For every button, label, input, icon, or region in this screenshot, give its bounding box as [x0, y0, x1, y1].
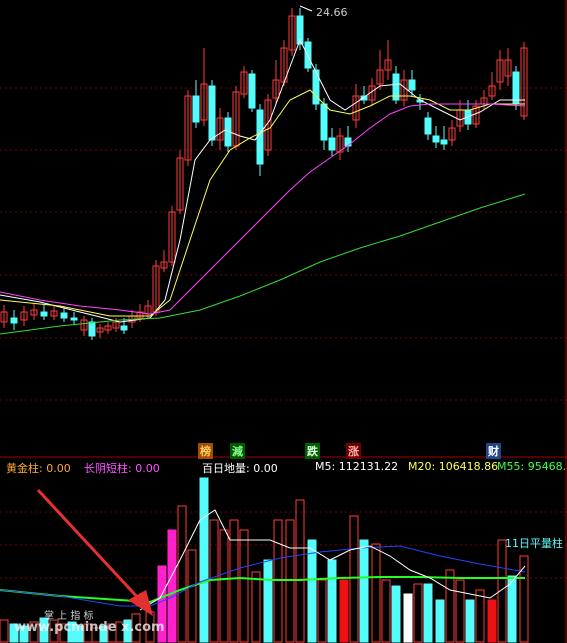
candle-body — [120, 325, 128, 331]
indicator-m5: M5: 112131.22 — [315, 460, 399, 473]
tag-bang[interactable]: 榜 — [198, 443, 213, 459]
volume-bar — [359, 539, 369, 643]
indicator-gold: 黄金柱: 0.00 — [6, 462, 71, 475]
volume-bar — [199, 477, 209, 643]
indicator-yin: 长阴短柱: 0.00 — [84, 462, 160, 475]
volume-bar — [413, 583, 423, 643]
volume-bar — [229, 519, 239, 643]
candle-body — [248, 73, 256, 109]
ma-line — [0, 38, 525, 323]
candle-body — [88, 321, 96, 337]
indicator-m20: M20: 106418.86 — [408, 460, 499, 473]
stock-chart[interactable]: 24.66 — [0, 0, 567, 643]
volume-bar — [403, 593, 413, 643]
tag-zhang[interactable]: 涨 — [346, 443, 361, 459]
candle-body — [40, 311, 48, 317]
candle-body — [10, 317, 18, 324]
candle-body — [70, 317, 78, 321]
indicator-m55: M55: 95468.8 — [497, 460, 567, 473]
candle-body — [440, 139, 448, 145]
volume-bar — [371, 543, 381, 643]
volume-bar — [435, 599, 445, 643]
volume-bar — [455, 579, 465, 643]
candle-body — [320, 103, 328, 141]
candle-body — [328, 137, 336, 151]
candle-body — [208, 85, 216, 141]
volume-bar — [317, 579, 327, 643]
volume-bar — [445, 569, 455, 643]
moving-average-lines — [0, 38, 526, 335]
volume-bar — [209, 519, 219, 643]
watermark: www.pcminde x.com — [14, 620, 165, 635]
volume-bar — [177, 505, 187, 643]
tag-cai[interactable]: 财 — [486, 443, 501, 459]
avg-volume-label: 11日平量柱 — [505, 537, 563, 550]
volume-bar — [507, 575, 517, 643]
indicator-bairi: 百日地量: 0.00 — [202, 462, 278, 475]
tag-die[interactable]: 跌 — [305, 443, 320, 459]
volume-bar — [381, 579, 391, 643]
candle-body — [192, 95, 200, 123]
volume-bar — [519, 555, 529, 643]
candle-body — [512, 71, 520, 105]
volume-bar — [167, 529, 177, 643]
candlesticks — [0, 8, 528, 340]
volume-bar — [187, 549, 197, 643]
volume-bar — [0, 619, 9, 643]
volume-bar — [219, 529, 229, 643]
peak-price-marker — [299, 5, 313, 12]
volume-bar — [349, 515, 359, 643]
candle-body — [408, 79, 416, 91]
volume-bar — [465, 599, 475, 643]
candle-body — [256, 109, 264, 165]
volume-bar — [327, 559, 337, 643]
volume-bar — [475, 589, 485, 643]
tag-jian[interactable]: 減 — [230, 443, 245, 459]
volume-bar — [423, 583, 433, 643]
peak-price-label: 24.66 — [316, 6, 348, 19]
candle-body — [432, 135, 440, 143]
volume-bar — [339, 579, 349, 643]
grid-lines — [0, 87, 567, 579]
ma-line — [0, 193, 526, 335]
volume-bar — [307, 539, 317, 643]
volume-bar — [487, 599, 497, 643]
volume-bar — [391, 585, 401, 643]
volume-bar — [251, 571, 261, 643]
volume-bar — [295, 499, 305, 643]
volume-bar — [263, 559, 273, 643]
candle-body — [424, 117, 432, 135]
candle-body — [60, 312, 68, 319]
red-arrow — [36, 488, 153, 616]
volume-bar — [239, 529, 249, 643]
